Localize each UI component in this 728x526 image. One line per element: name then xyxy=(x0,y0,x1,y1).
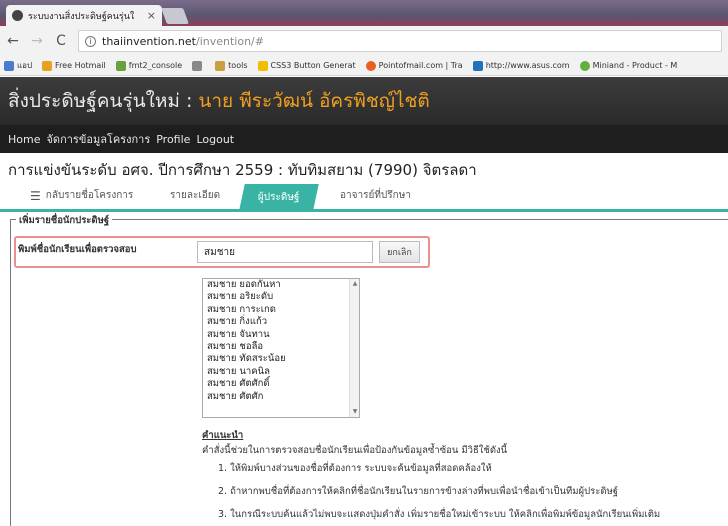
fieldset-legend: เพิ่มรายชื่อนักประดิษฐ์ xyxy=(16,213,113,228)
advice-step: 1. ให้พิมพ์บางส่วนของชื่อที่ต้องการ ระบบ… xyxy=(218,463,492,474)
list-item[interactable]: สมชาย ชอลือ xyxy=(203,341,359,353)
list-icon: ☰ xyxy=(30,188,41,203)
advice-text: คำสั่งนี้ช่วยในการตรวจสอบชื่อนักเรียนเพื… xyxy=(202,445,508,456)
site-title: สิ่งประดิษฐ์คนรุ่นใหม่ : นาย พีระวัฒน์ อ… xyxy=(8,90,430,112)
bookmark-css3-button[interactable]: CSS3 Button Generat xyxy=(257,60,356,71)
cancel-button[interactable]: ยกเลิก xyxy=(379,241,420,263)
tab-advisors[interactable]: อาจารย์ที่ปรึกษา xyxy=(340,188,411,203)
project-tabs: ☰ กลับรายชื่อโครงการ รายละเอียด ผู้ประดิ… xyxy=(0,182,728,212)
list-item[interactable]: สมชาย อริยะดับ xyxy=(203,291,359,303)
list-item[interactable]: สมชาย นาคนิล xyxy=(203,366,359,378)
url-host: thaiinvention.net xyxy=(102,34,196,48)
list-item[interactable]: สมชาย ยอดกันหา xyxy=(203,279,359,291)
back-icon[interactable]: ← xyxy=(6,33,20,49)
list-item[interactable]: สมชาย ทัดสระน้อย xyxy=(203,353,359,365)
bookmark-free-hotmail[interactable]: Free Hotmail xyxy=(42,60,106,71)
new-tab-button[interactable] xyxy=(161,8,189,24)
advice-step: 2. ถ้าหากพบชื่อที่ต้องการให้คลิกที่ชื่อน… xyxy=(218,486,619,497)
url-path: /invention/# xyxy=(195,34,264,48)
list-item[interactable]: สมชาย จันทาน xyxy=(203,329,359,341)
nav-home[interactable]: Home xyxy=(8,133,40,146)
browser-tab[interactable]: ระบบงานสิ่งประดิษฐ์คนรุ่นใ × xyxy=(6,5,162,26)
scroll-down-icon[interactable]: ▼ xyxy=(350,407,359,417)
miniand-icon xyxy=(579,60,590,71)
css3-icon xyxy=(257,60,268,71)
apps-grid-icon xyxy=(4,60,14,71)
list-item[interactable]: สมชาย ศัตศัก xyxy=(203,391,359,403)
bookmarks-bar: แอป Free Hotmail fmt2_console tools CSS3… xyxy=(0,56,728,76)
list-scrollbar[interactable]: ▲ ▼ xyxy=(349,279,359,417)
site-nav: Home จัดการข้อมูลโครงการ Profile Logout xyxy=(0,125,728,153)
bookmark-fmt2-console[interactable]: fmt2_console xyxy=(115,60,182,71)
bookmark-tools[interactable]: tools xyxy=(215,60,248,71)
windows-logo-icon xyxy=(42,60,53,71)
site-header: สิ่งประดิษฐ์คนรุ่นใหม่ : นาย พีระวัฒน์ อ… xyxy=(0,77,728,125)
bookmark-apps[interactable]: แอป xyxy=(4,59,32,72)
image-icon xyxy=(192,60,203,71)
site-favicon-icon xyxy=(12,10,23,21)
bookmark-asus[interactable]: http://www.asus.com xyxy=(472,60,570,71)
browser-tab-title: ระบบงานสิ่งประดิษฐ์คนรุ่นใ xyxy=(28,11,135,22)
tab-details[interactable]: รายละเอียด xyxy=(170,188,220,203)
url-field[interactable]: i thaiinvention.net/invention/# xyxy=(78,30,722,52)
student-suggestion-list[interactable]: สมชาย ยอดกันหา สมชาย อริยะดับ สมชาย การะ… xyxy=(202,278,360,418)
reload-icon[interactable]: C xyxy=(54,33,68,49)
folder-icon xyxy=(215,60,226,71)
advice-step: 3. ในกรณีระบบค้นแล้วไม่พบจะแสดงปุ่มคำสั่… xyxy=(218,509,661,520)
browser-tab-bar: ระบบงานสิ่งประดิษฐ์คนรุ่นใ × xyxy=(0,0,728,26)
nav-manage-projects[interactable]: จัดการข้อมูลโครงการ xyxy=(46,130,150,148)
tab-back-to-projects[interactable]: ☰ กลับรายชื่อโครงการ xyxy=(30,188,133,203)
bookmark-miniand[interactable]: Miniand - Product - M xyxy=(579,60,677,71)
scroll-up-icon[interactable]: ▲ xyxy=(350,279,359,289)
info-icon[interactable]: i xyxy=(85,35,96,47)
search-label: พิมพ์ชื่อนักเรียนเพื่อตรวจสอบ xyxy=(18,244,137,255)
list-item[interactable]: สมชาย ศัตศักดิ์ xyxy=(203,378,359,390)
asus-icon xyxy=(472,60,483,71)
page-title: การแข่งขันระดับ อศจ. ปีการศึกษา 2559 : ท… xyxy=(8,161,477,179)
forward-icon[interactable]: → xyxy=(30,33,44,49)
list-item[interactable]: สมชาย กิ่งแก้ว xyxy=(203,316,359,328)
people-icon xyxy=(115,60,126,71)
student-search-input[interactable] xyxy=(197,241,373,263)
address-bar-row: ← → C i thaiinvention.net/invention/# xyxy=(0,26,728,56)
pointofmail-icon xyxy=(365,60,376,71)
tab-inventors[interactable]: ผู้ประดิษฐ์ xyxy=(239,184,319,210)
close-tab-icon[interactable]: × xyxy=(147,9,156,22)
list-item[interactable]: สมชาย การะเกด xyxy=(203,304,359,316)
nav-logout[interactable]: Logout xyxy=(196,133,234,146)
logged-in-user: นาย พีระวัฒน์ อัครพิชญ์ไชติ xyxy=(198,90,430,112)
bookmark-image[interactable] xyxy=(192,60,205,71)
bookmark-pointofmail[interactable]: Pointofmail.com | Tra xyxy=(365,60,463,71)
advice-title: คำแนะนำ xyxy=(202,430,244,441)
nav-profile[interactable]: Profile xyxy=(156,133,190,146)
